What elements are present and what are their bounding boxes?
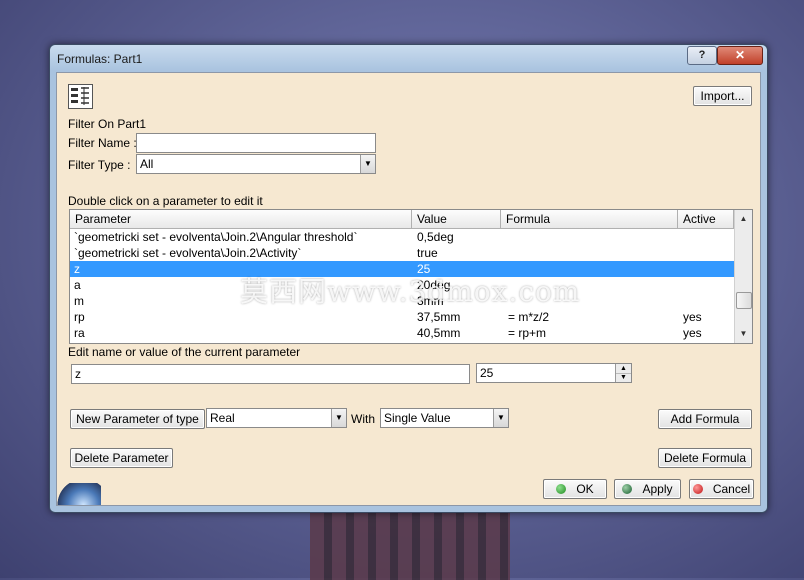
cell-parameter: ra [74,326,85,340]
filter-section-label: Filter On Part1 [68,117,147,131]
formula-tool-icon[interactable] [68,84,93,109]
cell-active: yes [683,326,702,340]
add-formula-button[interactable]: Add Formula [658,409,752,429]
cell-parameter: m [74,294,84,308]
cell-value: 37,5mm [417,310,461,324]
background-3d-model [310,510,510,580]
filter-name-label: Filter Name : [68,136,137,150]
filter-type-select[interactable]: All ▼ [136,154,376,174]
apply-status-icon [622,484,633,494]
formula-grid-icon [71,87,89,105]
delete-formula-button[interactable]: Delete Formula [658,448,752,468]
table-row[interactable]: ra 40,5mm = rp+m yes [70,325,734,341]
spin-control[interactable]: ▲ ▼ [615,364,631,382]
close-button[interactable]: ✕ [717,46,763,65]
cancel-button[interactable]: Cancel [689,479,754,499]
spin-down-icon[interactable]: ▼ [616,373,631,382]
ok-status-icon [556,484,567,494]
cell-parameter: z [74,262,80,276]
watermark-text: 莫西网www.3dmox.com [240,275,581,308]
window-title: Formulas: Part1 [57,52,143,66]
globe-logo-icon [57,483,101,505]
cell-parameter: `geometricki set - evolventa\Join.2\Acti… [74,246,302,260]
chevron-down-icon[interactable]: ▼ [493,409,508,427]
edit-parameter-label: Edit name or value of the current parame… [68,345,301,359]
cell-parameter: rp [74,310,85,324]
table-header: Parameter Value Formula Active [70,210,734,229]
cell-parameter: a [74,278,81,292]
scroll-thumb[interactable] [736,292,752,309]
filter-name-input[interactable] [136,133,376,153]
table-row[interactable]: `geometricki set - evolventa\Join.2\Angu… [70,229,734,245]
column-header-parameter[interactable]: Parameter [70,210,412,228]
chevron-down-icon[interactable]: ▼ [360,155,375,173]
new-parameter-button[interactable]: New Parameter of type [70,409,205,429]
cell-value: 0,5deg [417,230,454,244]
with-label: With [351,412,375,426]
table-scrollbar[interactable]: ▲ ▼ [734,210,752,343]
column-header-formula[interactable]: Formula [501,210,678,228]
parameter-name-input[interactable] [71,364,470,384]
scroll-down-icon[interactable]: ▼ [735,326,752,342]
value-kind-select[interactable]: Single Value ▼ [380,408,509,428]
parameter-type-value: Real [210,411,235,425]
parameter-value: 25 [480,366,494,380]
column-header-value[interactable]: Value [412,210,501,228]
table-caption: Double click on a parameter to edit it [68,194,263,208]
cell-parameter: `geometricki set - evolventa\Join.2\Angu… [74,230,358,244]
parameter-type-select[interactable]: Real ▼ [206,408,347,428]
title-bar[interactable]: Formulas: Part1 ? ✕ [50,45,767,71]
ok-button[interactable]: OK [543,479,607,499]
cancel-label: Cancel [712,482,751,496]
filter-type-value: All [140,157,154,171]
import-button[interactable]: Import... [693,86,752,106]
table-row[interactable]: `geometricki set - evolventa\Join.2\Acti… [70,245,734,261]
cancel-status-icon [692,484,703,494]
cell-value: true [417,246,438,260]
apply-button[interactable]: Apply [614,479,681,499]
cell-value: 40,5mm [417,326,461,340]
value-kind-value: Single Value [384,411,451,425]
column-header-active[interactable]: Active [678,210,734,228]
parameter-value-stepper[interactable]: 25 ▲ ▼ [476,363,632,383]
cell-formula: = m*z/2 [508,310,550,324]
chevron-down-icon[interactable]: ▼ [331,409,346,427]
ok-label: OK [576,482,594,496]
delete-parameter-button[interactable]: Delete Parameter [70,448,173,468]
cell-formula: = rp+m [508,326,547,340]
help-button[interactable]: ? [687,46,717,65]
apply-label: Apply [642,482,673,496]
scroll-up-icon[interactable]: ▲ [735,211,752,227]
filter-type-label: Filter Type : [68,158,131,172]
cell-active: yes [683,310,702,324]
table-row[interactable]: rp 37,5mm = m*z/2 yes [70,309,734,325]
